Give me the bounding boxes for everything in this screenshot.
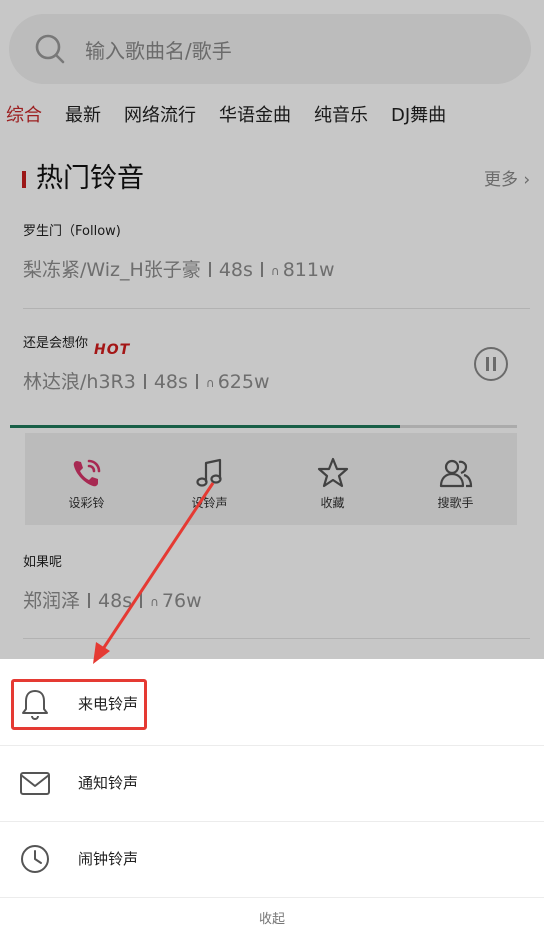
bell-icon (22, 690, 48, 721)
incoming-call-ringtone-option[interactable]: 来电铃声 (0, 667, 544, 741)
alarm-ringtone-option[interactable]: 闹钟铃声 (0, 822, 544, 896)
ringtone-screen: 输入歌曲名/歌手 综合 最新 网络流行 华语金曲 纯音乐 DJ舞曲 热门铃音 更… (0, 0, 544, 946)
sheet-divider (0, 897, 544, 898)
notification-ringtone-option[interactable]: 通知铃声 (0, 746, 544, 820)
collapse-button[interactable]: 收起 (0, 905, 544, 935)
sheet-item-label: 通知铃声 (78, 774, 139, 792)
clock-icon (21, 845, 49, 873)
modal-backdrop[interactable] (0, 0, 544, 659)
ringtone-type-sheet: 来电铃声 通知铃声 闹钟铃声 收起 (0, 659, 544, 946)
sheet-item-label: 来电铃声 (78, 695, 139, 713)
envelope-icon (20, 772, 50, 795)
sheet-item-label: 闹钟铃声 (78, 850, 139, 868)
